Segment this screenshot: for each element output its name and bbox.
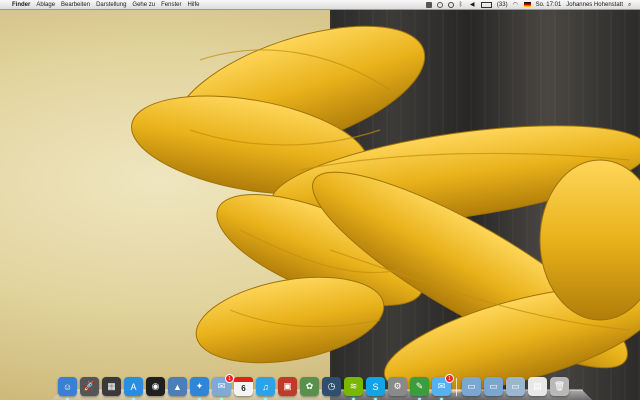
- dashboard-icon[interactable]: ◉: [146, 377, 165, 396]
- menu-bearbeiten[interactable]: Bearbeiten: [61, 2, 90, 8]
- mail-icon[interactable]: ✉ 1: [212, 374, 234, 400]
- battery-percent: (33): [496, 1, 508, 8]
- iphoto-icon[interactable]: ✿: [300, 377, 319, 396]
- user-name[interactable]: Johannes Hohenstatt: [566, 2, 623, 8]
- menu-ablage[interactable]: Ablage: [36, 2, 55, 8]
- itunes-icon[interactable]: ♫: [256, 377, 275, 400]
- desktop-wallpaper: [0, 0, 640, 400]
- battery-icon[interactable]: [480, 1, 492, 8]
- safari-icon[interactable]: ✦: [190, 377, 209, 400]
- menu-bar: Finder Ablage Bearbeiten Darstellung Geh…: [0, 0, 640, 10]
- menu-hilfe[interactable]: Hilfe: [187, 2, 199, 8]
- app-store-icon[interactable]: A: [124, 377, 143, 400]
- messages-badge: 1: [445, 374, 454, 383]
- applications-folder-icon[interactable]: ▭: [462, 377, 481, 396]
- clock[interactable]: So. 17:01: [536, 2, 562, 8]
- skype-icon[interactable]: S: [366, 377, 385, 400]
- spotify-icon[interactable]: ≋: [344, 377, 363, 400]
- time-machine-icon[interactable]: ◷: [322, 377, 341, 396]
- spotlight-search-icon[interactable]: ⌕: [628, 2, 634, 8]
- documents-folder-icon[interactable]: ▭: [484, 377, 503, 396]
- evernote-status-icon[interactable]: [425, 1, 432, 8]
- menu-gehe-zu[interactable]: Gehe zu: [132, 2, 155, 8]
- finder-icon[interactable]: ☺: [58, 377, 77, 400]
- launchpad-icon[interactable]: 🚀: [80, 377, 99, 396]
- calendar-day: 6: [241, 384, 246, 393]
- volume-icon[interactable]: ◀: [470, 2, 476, 8]
- dock-icons: ☺ 🚀 ▦ A ◉ ▲ ✦ ✉ 1 6 ♫ ▣ ✿ ◷ ≋ S ⚙ ✎ ✉ 1 ▭ ▭ ▭ ▤ 🗑: [58, 374, 569, 400]
- stack-icon[interactable]: ▤: [528, 377, 547, 396]
- menu-fenster[interactable]: Fenster: [161, 2, 181, 8]
- rope-illustration: [131, 25, 640, 394]
- dock: ☺ 🚀 ▦ A ◉ ▲ ✦ ✉ 1 6 ♫ ▣ ✿ ◷ ≋ S ⚙ ✎ ✉ 1 ▭ ▭ ▭ ▤ 🗑: [52, 370, 592, 400]
- preview-icon[interactable]: ▲: [168, 377, 187, 396]
- calendar-icon[interactable]: 6: [234, 377, 253, 396]
- photo-booth-icon[interactable]: ▣: [278, 377, 297, 396]
- downloads-folder-icon[interactable]: ▭: [506, 377, 525, 396]
- dock-separator: [456, 378, 457, 396]
- system-preferences-icon[interactable]: ⚙: [388, 377, 407, 396]
- wifi-icon[interactable]: ◠: [513, 2, 519, 8]
- menu-finder[interactable]: Finder: [12, 2, 30, 8]
- mail-badge: 1: [225, 374, 234, 383]
- menu-darstellung[interactable]: Darstellung: [96, 2, 126, 8]
- messages-icon[interactable]: ✉ 1: [432, 374, 454, 400]
- time-machine-status-icon[interactable]: [447, 1, 454, 8]
- calendar-header: [234, 377, 253, 382]
- evernote-icon[interactable]: ✎: [410, 377, 429, 400]
- sync-status-icon[interactable]: [436, 1, 443, 8]
- mission-control-icon[interactable]: ▦: [102, 377, 121, 396]
- trash-icon[interactable]: 🗑: [550, 377, 569, 396]
- input-language-flag-icon[interactable]: [523, 2, 531, 7]
- bluetooth-icon[interactable]: ᛒ: [459, 2, 465, 8]
